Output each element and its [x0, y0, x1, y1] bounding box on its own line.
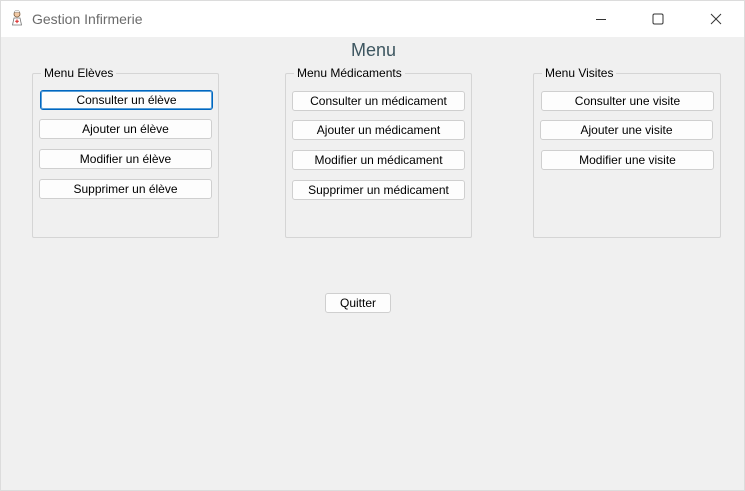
menu-title: Menu: [350, 40, 397, 60]
consulter-visite-button[interactable]: Consulter une visite: [541, 91, 714, 111]
group-medicaments-label: Menu Médicaments: [294, 66, 405, 81]
group-medicaments: Menu Médicaments Consulter un médicament…: [285, 66, 472, 238]
title-bar[interactable]: Gestion Infirmerie: [1, 1, 744, 37]
group-eleves: Menu Elèves Consulter un élève Ajouter u…: [32, 66, 219, 238]
group-visites: Menu Visites Consulter une visite Ajoute…: [533, 66, 721, 238]
ajouter-visite-button[interactable]: Ajouter une visite: [540, 120, 713, 140]
modifier-visite-button[interactable]: Modifier une visite: [541, 150, 714, 170]
maximize-button[interactable]: [635, 1, 681, 37]
group-visites-label: Menu Visites: [542, 66, 617, 81]
close-button[interactable]: [693, 1, 739, 37]
ajouter-medicament-button[interactable]: Ajouter un médicament: [292, 120, 465, 140]
group-eleves-label: Menu Elèves: [41, 66, 117, 81]
ajouter-eleve-button[interactable]: Ajouter un élève: [39, 119, 212, 139]
maximize-icon: [652, 13, 664, 25]
supprimer-medicament-button[interactable]: Supprimer un médicament: [292, 180, 465, 200]
modifier-eleve-button[interactable]: Modifier un élève: [39, 149, 212, 169]
quit-button[interactable]: Quitter: [325, 293, 391, 313]
minimize-icon: [595, 13, 607, 25]
window-title: Gestion Infirmerie: [32, 11, 143, 27]
close-icon: [710, 13, 722, 25]
consulter-medicament-button[interactable]: Consulter un médicament: [292, 91, 465, 111]
consulter-eleve-button[interactable]: Consulter un élève: [40, 90, 213, 110]
modifier-medicament-button[interactable]: Modifier un médicament: [292, 150, 465, 170]
nurse-app-icon: [9, 10, 25, 26]
minimize-button[interactable]: [578, 1, 624, 37]
app-window: Gestion Infirmerie Menu Menu Elèves Cons…: [0, 0, 745, 491]
supprimer-eleve-button[interactable]: Supprimer un élève: [39, 179, 212, 199]
